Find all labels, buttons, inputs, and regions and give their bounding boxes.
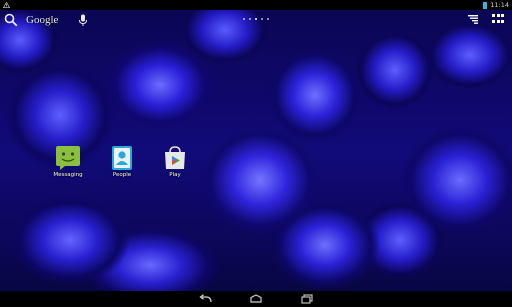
recents-icon[interactable] [300, 294, 314, 304]
page-dot [243, 18, 245, 20]
people-icon[interactable] [109, 145, 135, 171]
page-dot [249, 18, 251, 20]
google-search-label[interactable]: Google [26, 14, 58, 26]
shortcut-messaging[interactable]: Messaging [50, 145, 86, 181]
voice-list-icon[interactable] [468, 14, 478, 24]
workspace-page-indicator [243, 18, 269, 20]
battery-icon [483, 1, 488, 9]
mic-icon[interactable] [78, 14, 88, 27]
messaging-icon[interactable] [55, 145, 81, 171]
launcher-tray [468, 14, 504, 24]
clock: 11:14 [490, 1, 509, 9]
shortcut-people[interactable]: People [104, 145, 140, 181]
apps-grid-icon[interactable] [492, 14, 504, 24]
page-dot [267, 18, 269, 20]
warning-triangle-icon [3, 2, 10, 8]
status-bar: 11:14 [0, 0, 512, 10]
page-dot [261, 18, 263, 20]
page-dot-current [255, 18, 257, 20]
search-icon[interactable] [4, 13, 18, 27]
play-store-icon[interactable] [162, 145, 188, 171]
shortcut-label: People [112, 172, 132, 178]
shortcut-play[interactable]: Play [157, 145, 193, 181]
shortcut-label: Messaging [53, 172, 83, 178]
shortcut-label: Play [169, 172, 181, 178]
home-icon[interactable] [249, 294, 263, 304]
navigation-bar [0, 291, 512, 307]
back-icon[interactable] [199, 294, 213, 304]
google-search-bar[interactable]: Google [4, 12, 88, 28]
